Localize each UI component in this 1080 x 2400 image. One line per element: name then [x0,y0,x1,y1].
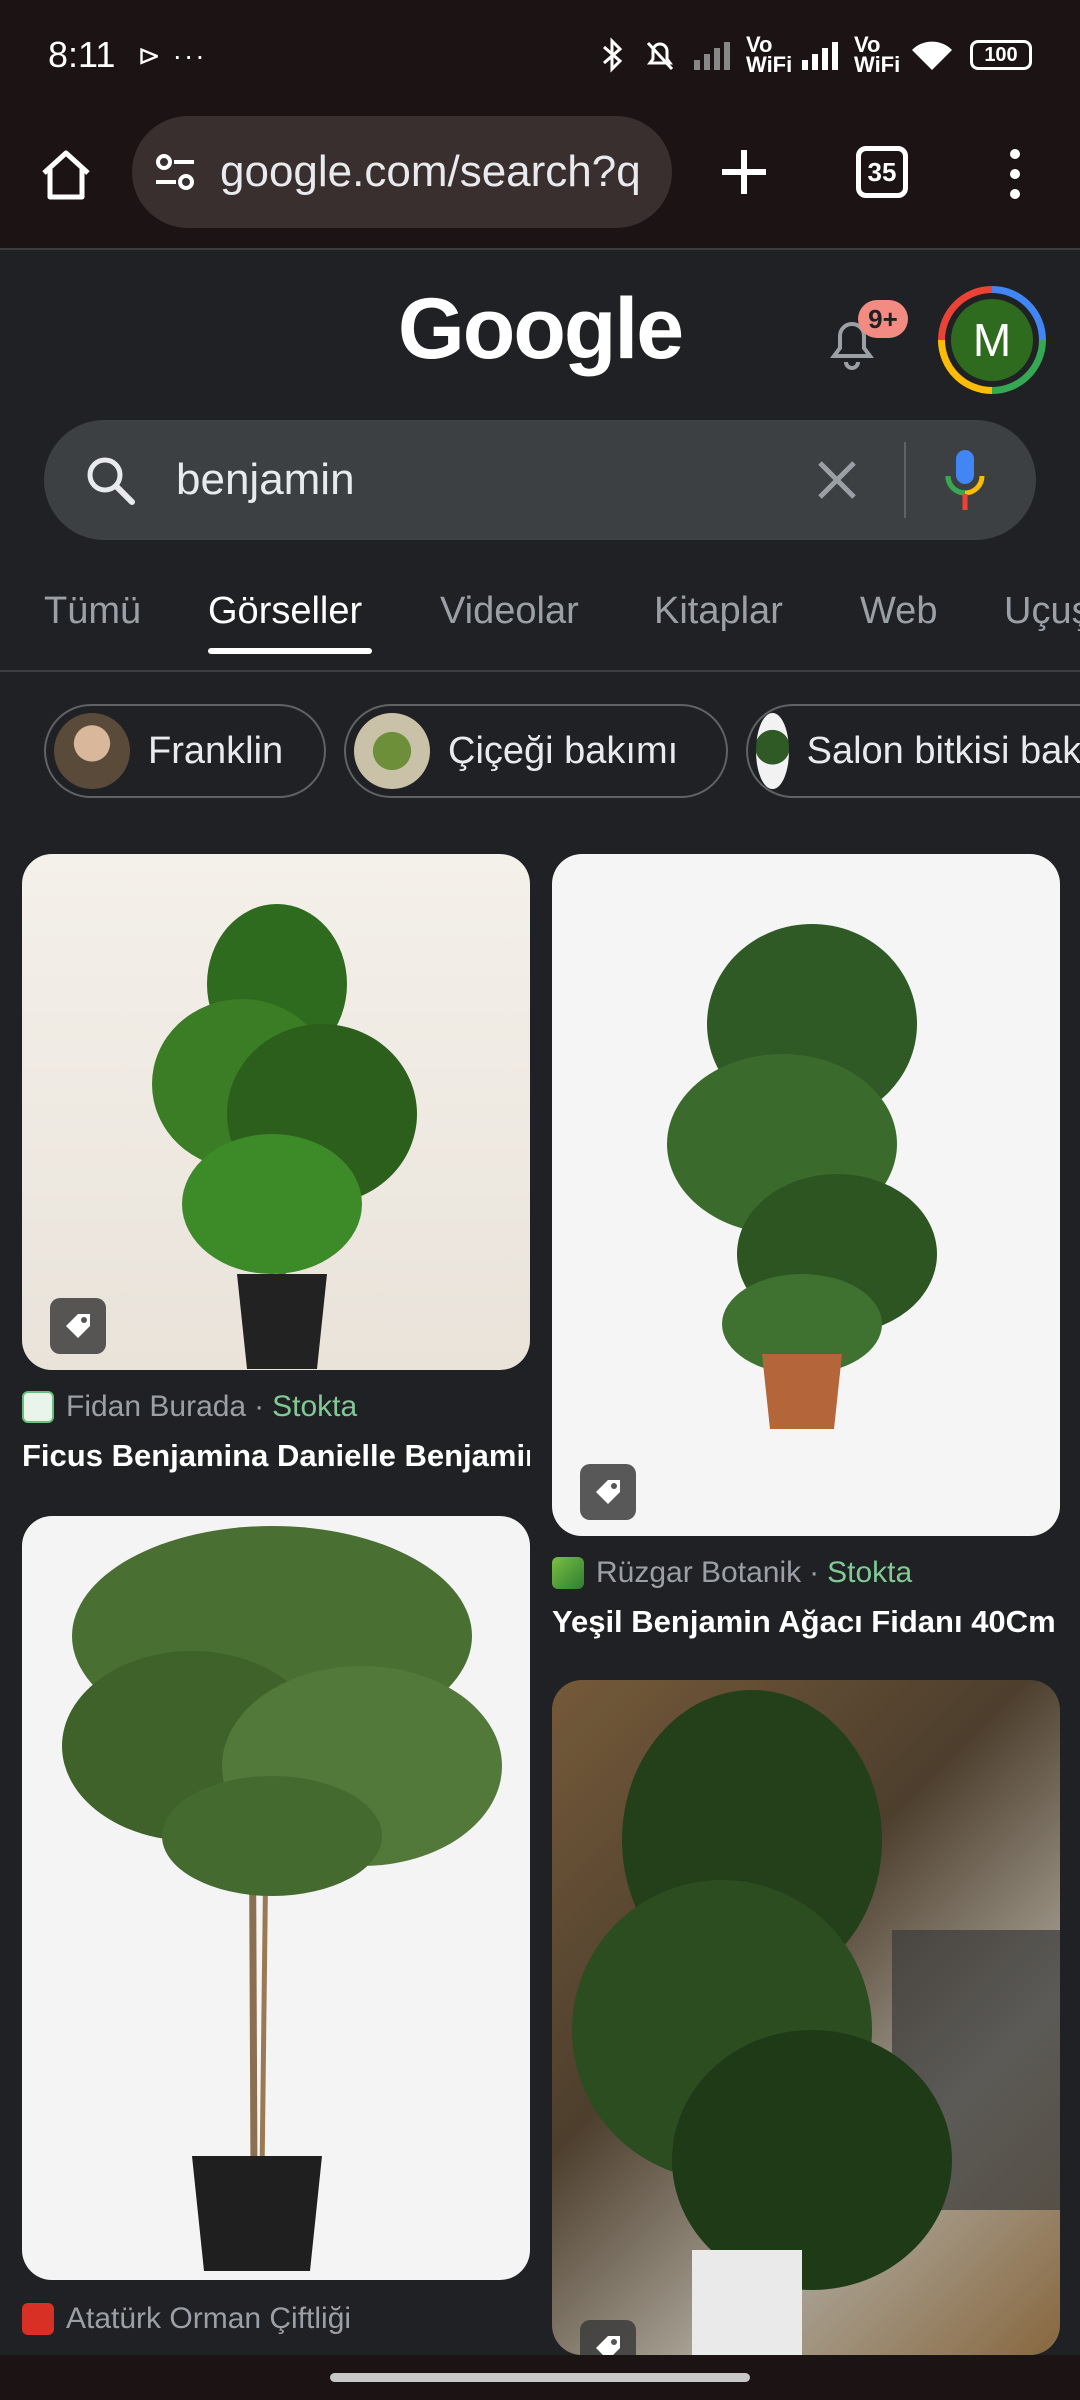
search-bar[interactable]: benjamin [44,420,1036,540]
site-favicon [22,2303,54,2335]
chip-label: Franklin [148,729,284,772]
status-extra: ⊳ ··· [137,39,207,71]
chip-thumbnail [54,713,130,789]
price-tag-icon [50,1298,106,1354]
result-title-1[interactable]: Ficus Benjamina Danielle Benjamin Ağacı [22,1438,530,1474]
microphone-icon[interactable] [944,448,986,514]
tab-web[interactable]: Web [860,590,937,633]
tab-all[interactable]: Tümü [44,590,141,633]
site-favicon [552,1557,584,1589]
vowifi-label-2: Vo WiFi [854,32,901,77]
battery-icon: 100 [970,40,1032,70]
site-favicon [22,1391,54,1423]
chip-label: Çiçeği bakımı [448,729,679,772]
source-separator: · [809,1556,820,1589]
result-image-4[interactable] [552,1680,1060,2355]
chip-flower-care[interactable]: Çiçeği bakımı [344,704,728,798]
status-time: 8:11 [48,34,116,75]
plant-image [62,1526,502,2271]
tab-books[interactable]: Kitaplar [654,590,783,633]
signal-icon [694,40,730,70]
new-tab-icon[interactable] [712,140,776,204]
result-image-3[interactable] [22,1516,530,2280]
chip-label: Salon bitkisi bakımı [806,729,1080,772]
search-tabs: Tümü Görseller Videolar Kitaplar Web Uçu… [0,570,1080,672]
search-icon [87,457,135,505]
source-name: Fidan Burada [66,1390,247,1423]
result-image-1[interactable] [22,854,530,1370]
search-input[interactable]: benjamin [176,420,355,540]
tab-switcher-button[interactable]: 35 [856,146,908,198]
chip-thumbnail [756,713,789,789]
chip-thumbnail [354,713,430,789]
result-image-2[interactable] [552,854,1060,1536]
vowifi-label-1: Vo WiFi [746,32,793,77]
result-source-1[interactable]: Fidan Burada · Stokta [22,1390,357,1424]
avatar-letter: M [951,299,1033,381]
result-source-2[interactable]: Rüzgar Botanik · Stokta [552,1556,912,1590]
tab-videos[interactable]: Videolar [440,590,579,633]
account-avatar[interactable]: M [938,286,1046,394]
tab-flights[interactable]: Uçuşlar [1004,590,1080,633]
plant-image [552,1680,1060,2355]
chip-houseplant-care[interactable]: Salon bitkisi bakımı [746,704,1080,798]
wifi-icon [912,41,952,70]
price-tag-icon [580,1464,636,1520]
bell-muted-icon [646,41,674,71]
google-header: Google 9+ M [0,250,1080,420]
tab-images[interactable]: Görseller [208,590,362,633]
gesture-handle[interactable] [330,2373,750,2382]
site-settings-icon[interactable] [152,149,198,195]
bluetooth-icon [603,37,623,73]
more-menu-icon[interactable] [1000,144,1030,204]
plant-image [667,924,937,1429]
refinement-chips: Franklin Çiçeği bakımı Salon bitkisi bak… [0,700,1080,802]
source-name: Rüzgar Botanik [596,1556,802,1589]
stock-status: Stokta [272,1390,358,1423]
chip-franklin[interactable]: Franklin [44,704,326,798]
result-title-2[interactable]: Yeşil Benjamin Ağacı Fidanı 40Cm [552,1604,1060,1640]
result-source-3[interactable]: Atatürk Orman Çiftliği [22,2302,351,2336]
source-separator: · [254,1390,265,1423]
stock-status: Stokta [827,1556,913,1589]
plant-image [152,904,417,1369]
address-bar[interactable]: google.com/search?q [132,116,672,228]
signal-icon-2 [802,40,838,70]
google-logo[interactable]: Google [0,280,1080,379]
clear-icon[interactable] [814,457,860,503]
source-name: Atatürk Orman Çiftliği [66,2302,352,2335]
browser-toolbar: google.com/search?q 35 [0,110,1080,250]
url-text: google.com/search?q [220,147,641,196]
active-tab-indicator [208,648,372,654]
search-divider [904,442,906,518]
status-icons: Vo WiFi Vo WiFi 100 [600,32,1032,77]
system-nav-bar [0,2355,1080,2400]
home-icon[interactable] [36,145,96,205]
notification-badge: 9+ [858,300,908,338]
price-tag-icon [580,2320,636,2355]
status-bar: 8:11 ⊳ ··· Vo WiFi Vo WiFi 100 [0,0,1080,110]
